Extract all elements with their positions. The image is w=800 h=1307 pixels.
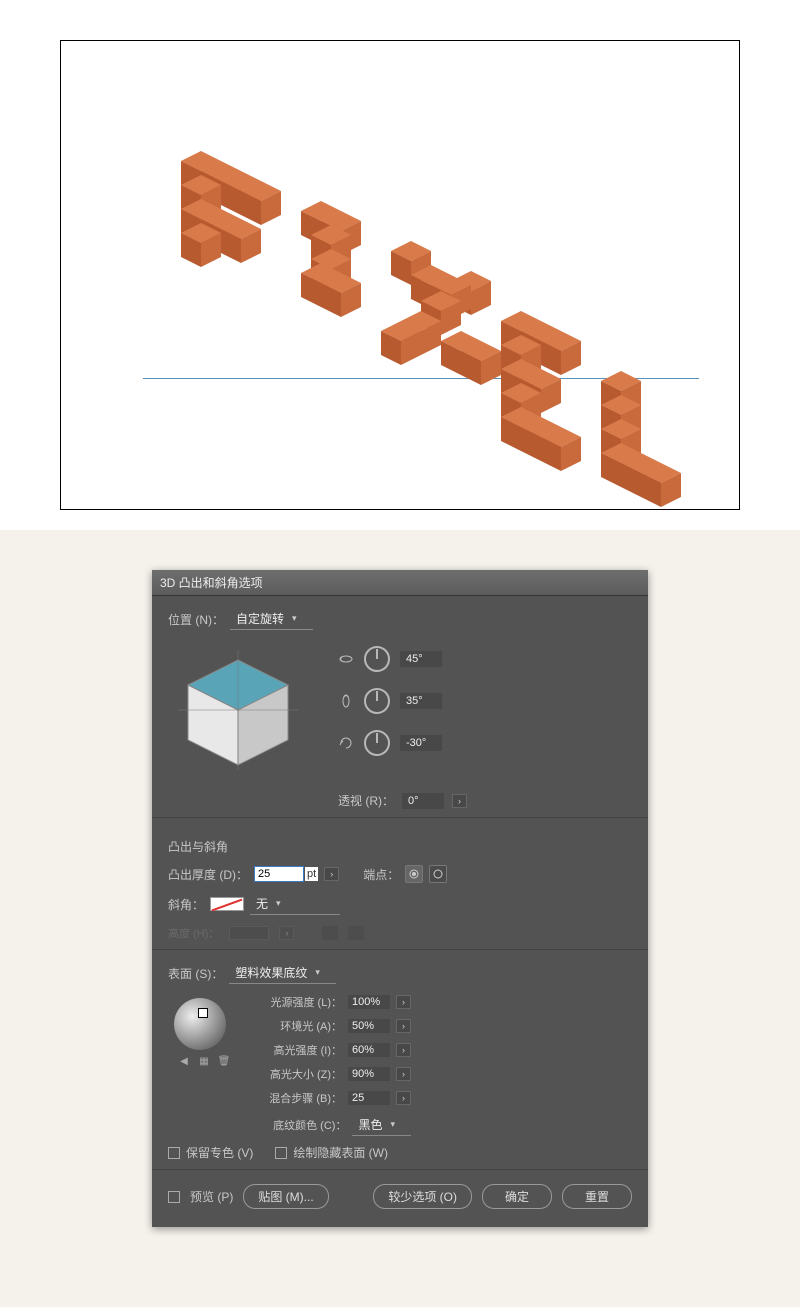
surface-dropdown[interactable]: 塑料效果底纹 xyxy=(229,962,336,984)
ambient-stepper[interactable]: › xyxy=(396,1019,411,1033)
highlight-size-input[interactable]: 90% xyxy=(348,1067,390,1081)
ambient-label: 环境光 (A)： xyxy=(256,1018,342,1034)
depth-input[interactable] xyxy=(254,866,304,882)
highlight-intensity-input[interactable]: 60% xyxy=(348,1043,390,1057)
depth-unit: pt xyxy=(305,867,318,881)
light-intensity-label: 光源强度 (L)： xyxy=(256,994,342,1010)
position-label: 位置 (N)： xyxy=(168,611,224,628)
cap-on-button[interactable] xyxy=(405,865,423,883)
preview-checkbox[interactable] xyxy=(168,1191,180,1203)
light-position-handle[interactable] xyxy=(198,1008,208,1018)
ambient-input[interactable]: 50% xyxy=(348,1019,390,1033)
bevel-none-swatch xyxy=(210,897,244,911)
bevel-height-stepper: › xyxy=(279,926,294,940)
light-new-icon[interactable]: ▦ xyxy=(197,1056,211,1068)
dialog-background: 3D 凸出和斜角选项 位置 (N)： 自定旋转 xyxy=(0,530,800,1307)
ok-button[interactable]: 确定 xyxy=(482,1184,552,1209)
rotate-y-icon xyxy=(338,693,354,709)
y-rotation-dial[interactable] xyxy=(364,688,390,714)
perspective-label: 透视 (R)： xyxy=(338,792,394,809)
blend-steps-label: 混合步骤 (B)： xyxy=(256,1090,342,1106)
preview-label: 预览 (P) xyxy=(190,1188,233,1205)
perspective-stepper[interactable]: › xyxy=(452,794,467,808)
perspective-value[interactable]: 0° xyxy=(402,793,444,809)
blend-steps-stepper[interactable]: › xyxy=(396,1091,411,1105)
z-rotation-value[interactable]: -30° xyxy=(400,735,442,751)
light-sphere-preview[interactable] xyxy=(174,998,226,1050)
depth-label: 凸出厚度 (D)： xyxy=(168,866,248,883)
light-back-icon[interactable]: ◀ xyxy=(177,1056,191,1068)
y-rotation-value[interactable]: 35° xyxy=(400,693,442,709)
draw-hidden-label: 绘制隐藏表面 (W) xyxy=(293,1144,388,1161)
fewer-options-button[interactable]: 较少选项 (O) xyxy=(373,1184,472,1209)
highlight-size-stepper[interactable]: › xyxy=(396,1067,411,1081)
preserve-spot-checkbox[interactable] xyxy=(168,1147,180,1159)
bevel-out-icon xyxy=(348,926,364,940)
highlight-intensity-label: 高光强度 (I)： xyxy=(256,1042,342,1058)
map-art-button[interactable]: 贴图 (M)... xyxy=(243,1184,328,1209)
cap-off-button[interactable] xyxy=(429,865,447,883)
position-dropdown[interactable]: 自定旋转 xyxy=(230,608,313,630)
rotate-x-icon xyxy=(338,651,354,667)
dialog-title: 3D 凸出和斜角选项 xyxy=(152,570,648,596)
extrude-section-title: 凸出与斜角 xyxy=(168,838,632,855)
preserve-spot-label: 保留专色 (V) xyxy=(186,1144,253,1161)
bevel-height-label: 高度 (H)： xyxy=(168,925,219,941)
x-rotation-value[interactable]: 45° xyxy=(400,651,442,667)
bevel-label: 斜角： xyxy=(168,896,204,913)
highlight-size-label: 高光大小 (Z)： xyxy=(256,1066,342,1082)
surface-label: 表面 (S)： xyxy=(168,965,223,982)
3d-extrude-bevel-dialog: 3D 凸出和斜角选项 位置 (N)： 自定旋转 xyxy=(152,570,648,1227)
bevel-dropdown[interactable]: 无 xyxy=(250,893,340,915)
shade-color-label: 底纹颜色 (C)： xyxy=(260,1117,346,1133)
bevel-height-input xyxy=(229,926,269,940)
depth-stepper[interactable]: › xyxy=(324,867,339,881)
reset-button[interactable]: 重置 xyxy=(562,1184,632,1209)
bevel-in-icon xyxy=(322,926,338,940)
rotate-z-icon xyxy=(338,735,354,751)
canvas-preview xyxy=(60,40,740,510)
x-rotation-dial[interactable] xyxy=(364,646,390,672)
blend-steps-input[interactable]: 25 xyxy=(348,1091,390,1105)
pixel-text-3d xyxy=(141,121,701,510)
shade-color-dropdown[interactable]: 黑色 xyxy=(352,1114,411,1136)
light-intensity-input[interactable]: 100% xyxy=(348,995,390,1009)
draw-hidden-checkbox[interactable] xyxy=(275,1147,287,1159)
z-rotation-dial[interactable] xyxy=(364,730,390,756)
rotation-cube-preview[interactable] xyxy=(168,640,308,780)
light-delete-icon[interactable]: 🗑 xyxy=(217,1056,231,1068)
cap-label: 端点： xyxy=(363,866,399,883)
light-intensity-stepper[interactable]: › xyxy=(396,995,411,1009)
highlight-intensity-stepper[interactable]: › xyxy=(396,1043,411,1057)
